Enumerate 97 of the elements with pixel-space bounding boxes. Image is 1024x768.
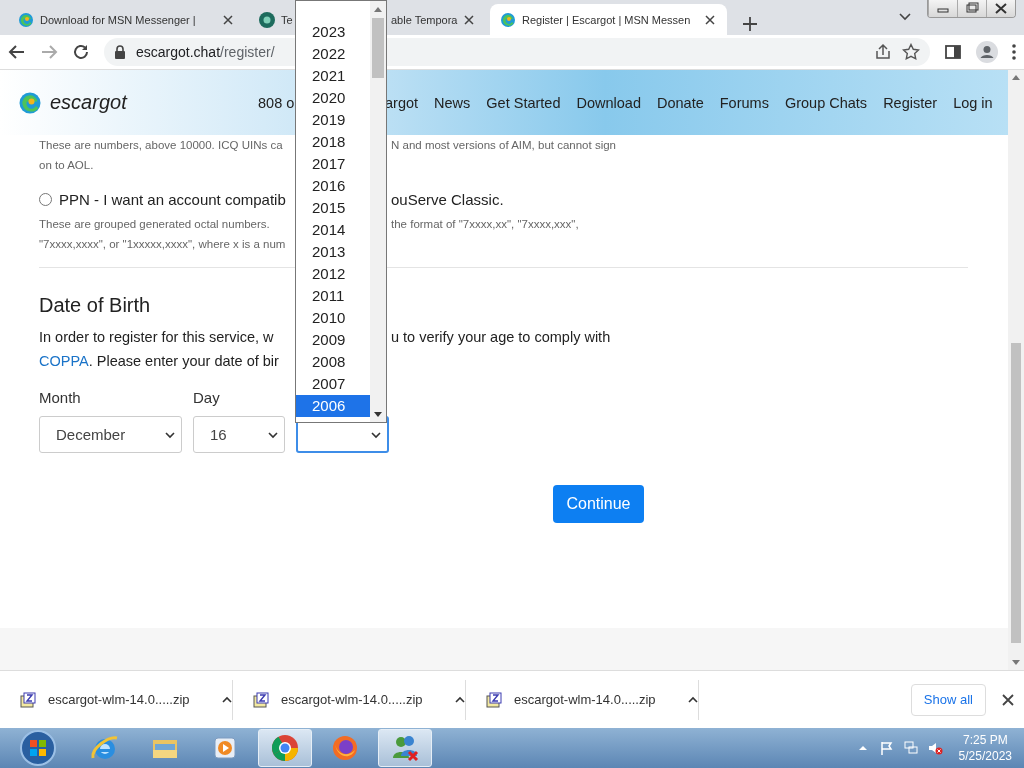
- year-option[interactable]: 2015: [296, 197, 370, 219]
- side-panel-icon[interactable]: [944, 43, 962, 61]
- coppa-link[interactable]: COPPA: [39, 353, 89, 369]
- star-icon[interactable]: [902, 43, 920, 61]
- lock-icon: [114, 43, 126, 61]
- show-all-button[interactable]: Show all: [910, 683, 986, 716]
- scrollbar[interactable]: [1008, 70, 1024, 670]
- tab-title[interactable]: Te: [281, 13, 293, 26]
- year-option[interactable]: 2006: [296, 395, 370, 417]
- scroll-thumb[interactable]: [1011, 343, 1021, 643]
- site-logo[interactable]: escargot: [50, 91, 127, 114]
- year-option[interactable]: 2009: [296, 329, 370, 351]
- year-option[interactable]: 2016: [296, 175, 370, 197]
- intro-text: u to verify your age to comply with: [391, 328, 611, 347]
- year-option[interactable]: 2018: [296, 131, 370, 153]
- scroll-up-icon[interactable]: [1012, 74, 1020, 80]
- option-label: ouServe Classic.: [391, 191, 504, 208]
- nav-link[interactable]: argot: [385, 94, 419, 111]
- caret-up-icon[interactable]: [222, 695, 232, 704]
- tab-logo-icon: [18, 11, 34, 28]
- nav-link[interactable]: Log in: [953, 94, 993, 111]
- caret-icon: [371, 430, 381, 439]
- month-select[interactable]: December: [39, 416, 182, 453]
- flag-icon[interactable]: [878, 740, 895, 756]
- field-label: Month: [39, 389, 82, 406]
- tab-title: Register | Escargot | MSN Messen: [522, 13, 691, 26]
- url-text: escargot.chat/register/: [136, 44, 275, 60]
- volume-muted-icon[interactable]: [926, 740, 943, 756]
- nav-link[interactable]: Download: [576, 94, 641, 111]
- year-option[interactable]: 2017: [296, 153, 370, 175]
- intro-text: . Please enter your date of bir: [88, 353, 279, 369]
- download-item[interactable]: escargot-wlm-14.0.....zip: [514, 692, 676, 707]
- nav-link[interactable]: Register: [883, 94, 938, 111]
- help-text: "7xxxx,xxxx", or "1xxxxx,xxxx", where x is a num: [39, 237, 287, 252]
- help-text: These are numbers, above 10000. ICQ UINs ca: [39, 138, 284, 153]
- tab-logo-icon: [500, 11, 516, 28]
- nav-link[interactable]: Forums: [719, 94, 769, 111]
- caret-up-icon[interactable]: [688, 695, 698, 704]
- caret-icon: [165, 430, 175, 439]
- help-text: N and most versions of AIM, but cannot sign: [391, 138, 616, 153]
- scroll-up-icon[interactable]: [374, 6, 382, 12]
- caret-up-icon[interactable]: [455, 695, 465, 704]
- zip-file-icon: [20, 691, 36, 708]
- tab-title[interactable]: able Tempora: [391, 13, 458, 26]
- close-icon[interactable]: [223, 14, 233, 25]
- day-select[interactable]: 16: [193, 416, 285, 453]
- year-option[interactable]: 2021: [296, 65, 370, 87]
- close-icon[interactable]: [464, 14, 474, 25]
- field-label: Day: [193, 389, 221, 406]
- help-text: on to AOL.: [39, 158, 95, 173]
- year-option[interactable]: 2022: [296, 43, 370, 65]
- download-item[interactable]: escargot-wlm-14.0.....zip: [48, 692, 210, 707]
- section-title: Date of Birth: [39, 294, 151, 317]
- help-text: These are grouped generated octal numbers.: [39, 217, 271, 232]
- year-option[interactable]: 2019: [296, 109, 370, 131]
- profile-icon[interactable]: [976, 41, 998, 63]
- new-tab-icon[interactable]: [743, 17, 757, 31]
- close-icon[interactable]: [986, 0, 1015, 17]
- year-option[interactable]: 2012: [296, 263, 370, 285]
- back-icon[interactable]: [8, 43, 26, 61]
- zip-file-icon: [486, 691, 502, 708]
- nav-link[interactable]: News: [434, 94, 471, 111]
- nav-link[interactable]: Donate: [657, 94, 704, 111]
- start-orb-icon[interactable]: [18, 728, 58, 768]
- restore-icon[interactable]: [957, 0, 986, 17]
- tab-title[interactable]: Download for MSN Messenger |: [40, 13, 196, 26]
- close-icon[interactable]: [705, 14, 715, 25]
- reload-icon[interactable]: [72, 43, 90, 61]
- option-label: PPN - I want an account compatib: [59, 191, 286, 208]
- close-icon[interactable]: [1002, 693, 1014, 706]
- menu-icon[interactable]: [1012, 43, 1016, 61]
- nav-link[interactable]: Get Started: [486, 94, 561, 111]
- caret-icon: [268, 430, 278, 439]
- browser-tab[interactable]: Register | Escargot | MSN Messen: [490, 4, 727, 35]
- share-icon[interactable]: [874, 43, 892, 61]
- nav-link[interactable]: 808 o: [258, 94, 295, 111]
- network-icon[interactable]: [902, 740, 919, 756]
- continue-button[interactable]: Continue: [553, 485, 644, 523]
- minimize-icon[interactable]: [928, 0, 957, 17]
- scrollbar[interactable]: [370, 1, 386, 422]
- nav-link[interactable]: Group Chats: [784, 94, 868, 111]
- chrome-icon[interactable]: [269, 732, 301, 764]
- help-text: the format of "7xxxx,xx", "7xxxx,xxx",: [391, 217, 579, 232]
- zip-file-icon: [253, 691, 269, 708]
- year-option[interactable]: 2010: [296, 307, 370, 329]
- year-option[interactable]: 2020: [296, 87, 370, 109]
- scroll-thumb[interactable]: [372, 18, 384, 78]
- tab-logo-icon: [259, 11, 275, 28]
- intro-text: In order to register for this service, w: [39, 328, 275, 347]
- window-controls[interactable]: [927, 0, 1016, 18]
- year-option[interactable]: 2013: [296, 241, 370, 263]
- scroll-down-icon[interactable]: [374, 412, 382, 418]
- year-option[interactable]: 2008: [296, 351, 370, 373]
- download-item[interactable]: escargot-wlm-14.0.....zip: [281, 692, 443, 707]
- year-option[interactable]: 2011: [296, 285, 370, 307]
- year-option[interactable]: 2007: [296, 373, 370, 395]
- year-option[interactable]: 2014: [296, 219, 370, 241]
